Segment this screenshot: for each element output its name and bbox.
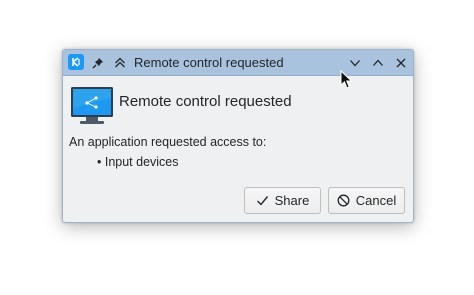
dialog-content: Remote control requested An application … [63, 76, 413, 222]
close-icon [396, 58, 406, 67]
cancel-button-label: Cancel [355, 193, 397, 208]
pin-icon[interactable] [90, 50, 106, 75]
chevron-down-icon [350, 59, 360, 66]
list-item: • Input devices [97, 155, 179, 169]
share-button[interactable]: Share [244, 187, 321, 214]
dialog-message: An application requested access to: [69, 135, 267, 149]
kde-logo-icon[interactable] [68, 54, 84, 70]
chevron-up-icon [373, 59, 383, 66]
close-button[interactable] [392, 50, 410, 75]
monitor-remote-icon [70, 86, 114, 126]
maximize-button[interactable] [369, 50, 387, 75]
dialog-heading: Remote control requested [119, 93, 292, 110]
cancel-button[interactable]: Cancel [328, 187, 405, 214]
share-button-label: Share [274, 193, 310, 208]
checkmark-icon [256, 196, 268, 206]
dialog-window: Remote control requested Remote control … [62, 49, 414, 223]
cancel-icon [337, 194, 350, 207]
window-title: Remote control requested [134, 55, 284, 70]
title-bar[interactable]: Remote control requested [63, 50, 413, 76]
keep-above-icon[interactable] [110, 50, 130, 75]
mouse-cursor-icon [340, 70, 353, 89]
